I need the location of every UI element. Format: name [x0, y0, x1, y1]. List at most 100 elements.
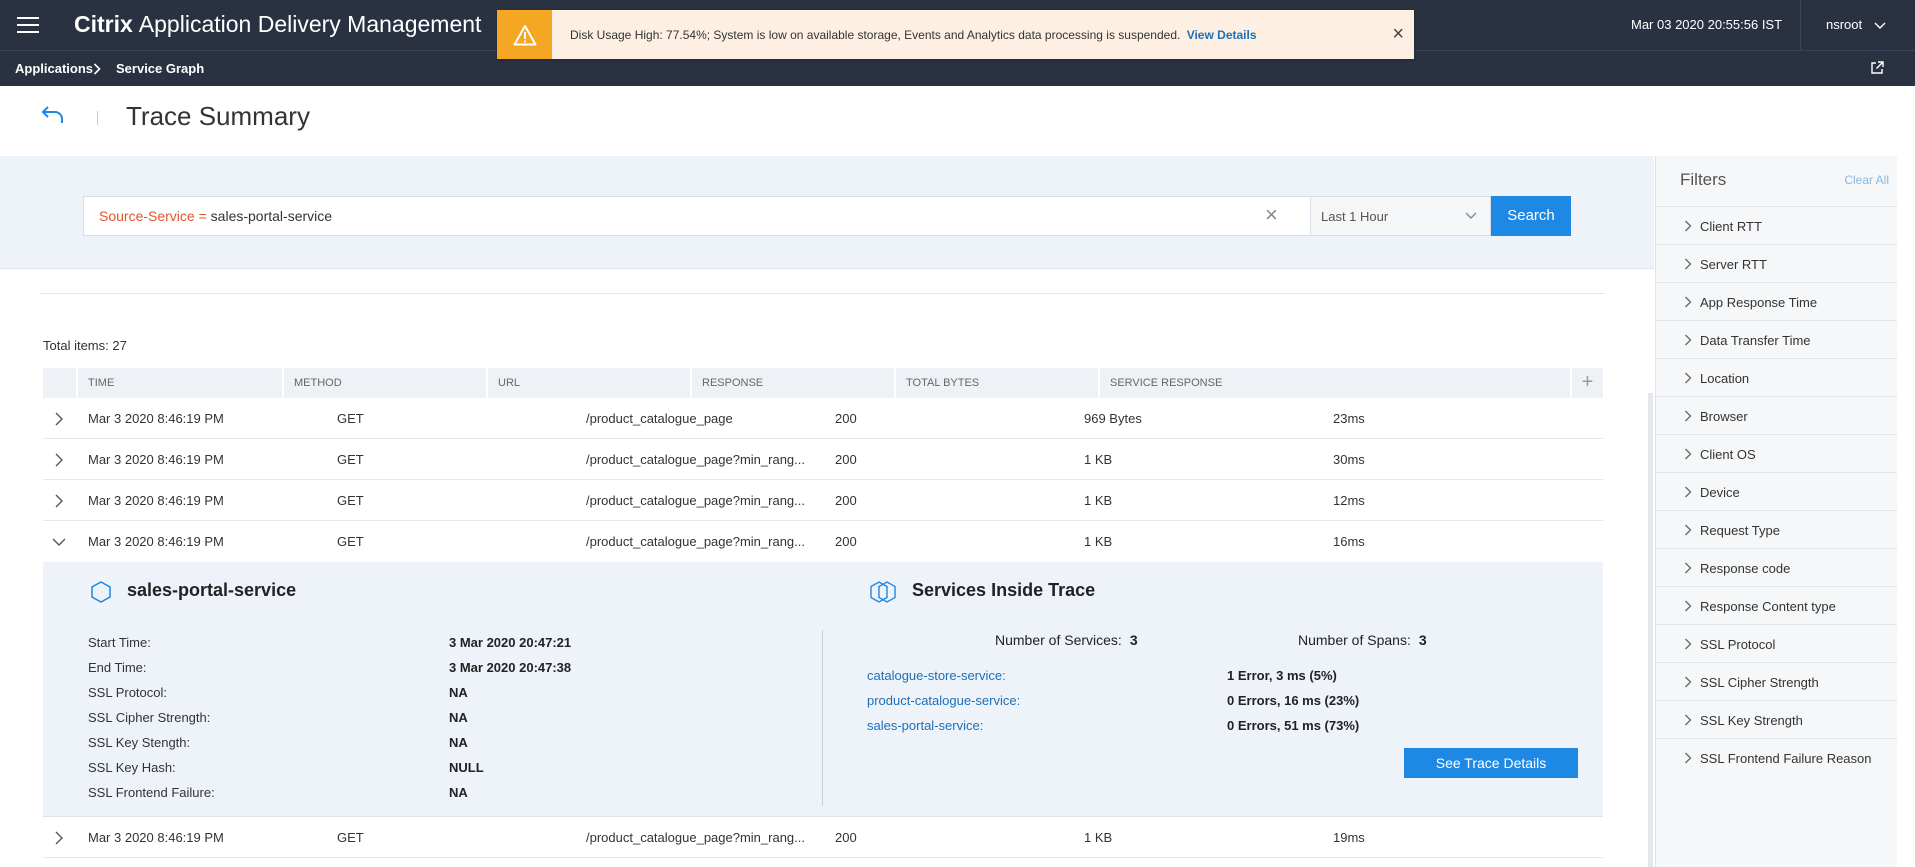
chevron-down-icon[interactable]	[51, 534, 67, 550]
chevron-right-icon	[1685, 410, 1692, 422]
filter-client-os[interactable]: Client OS	[1656, 434, 1898, 472]
column-header-method[interactable]: METHOD	[282, 368, 486, 398]
filter-ssl-cipher-strength[interactable]: SSL Cipher Strength	[1656, 662, 1898, 700]
cell-total-bytes: 1 KB	[1084, 534, 1113, 549]
chevron-right-icon	[1685, 676, 1692, 688]
filter-label: Response Content type	[1700, 599, 1836, 614]
service-link-sales-portal[interactable]: sales-portal-service:	[867, 718, 983, 733]
chevron-right-icon	[1685, 714, 1692, 726]
filter-request-type[interactable]: Request Type	[1656, 510, 1898, 548]
cell-time: Mar 3 2020 8:46:19 PM	[88, 452, 224, 467]
query-value: sales-portal-service	[210, 208, 333, 224]
app-brand: Citrix Application Delivery Management	[74, 11, 481, 38]
table-row[interactable]: Mar 3 2020 8:46:19 PM GET /product_catal…	[43, 439, 1603, 480]
filter-label: Client OS	[1700, 447, 1756, 462]
filter-ssl-frontend-failure-reason[interactable]: SSL Frontend Failure Reason	[1656, 738, 1898, 776]
cell-time: Mar 3 2020 8:46:19 PM	[88, 830, 224, 845]
filter-ssl-protocol[interactable]: SSL Protocol	[1656, 624, 1898, 662]
chevron-right-icon	[93, 60, 101, 78]
chevron-right-icon[interactable]	[51, 830, 67, 846]
cell-url: /product_catalogue_page?min_rang...	[586, 493, 805, 508]
services-inside-trace-title: Services Inside Trace	[912, 580, 1096, 600]
table-row-expanded[interactable]: Mar 3 2020 8:46:19 PM GET /product_catal…	[43, 521, 1603, 562]
user-menu[interactable]: nsroot	[1826, 17, 1886, 32]
chevron-right-icon	[1685, 524, 1692, 536]
cell-method: GET	[337, 452, 364, 467]
chevron-right-icon	[1685, 752, 1692, 764]
cell-time: Mar 3 2020 8:46:19 PM	[88, 411, 224, 426]
table-row[interactable]: Mar 3 2020 8:46:19 PM GET /product_catal…	[43, 480, 1603, 521]
column-header-total-bytes[interactable]: TOTAL BYTES	[894, 368, 1098, 398]
cell-response: 200	[835, 411, 857, 426]
chevron-down-icon	[1874, 22, 1886, 29]
filter-device[interactable]: Device	[1656, 472, 1898, 510]
column-header-time[interactable]: TIME	[76, 368, 282, 398]
filter-location[interactable]: Location	[1656, 358, 1898, 396]
content-scrollbar[interactable]	[1648, 393, 1653, 867]
table-row[interactable]: Mar 3 2020 8:46:19 PM GET /product_catal…	[43, 817, 1603, 858]
cell-time: Mar 3 2020 8:46:19 PM	[88, 534, 224, 549]
cell-response: 200	[835, 493, 857, 508]
filter-response-content-type[interactable]: Response Content type	[1656, 586, 1898, 624]
cell-service-response: 19ms	[1333, 830, 1365, 845]
filter-client-rtt[interactable]: Client RTT	[1656, 206, 1898, 244]
table-row[interactable]: Mar 3 2020 8:46:19 PM GET /product_catal…	[43, 398, 1603, 439]
column-header-service-response[interactable]: SERVICE RESPONSE	[1098, 368, 1570, 398]
alert-message: Disk Usage High: 77.54%; System is low o…	[570, 28, 1257, 42]
end-time-value: 3 Mar 2020 20:47:38	[449, 660, 572, 675]
filter-browser[interactable]: Browser	[1656, 396, 1898, 434]
user-name: nsroot	[1826, 17, 1863, 32]
cell-total-bytes: 1 KB	[1084, 452, 1113, 467]
chevron-right-icon	[1685, 334, 1692, 346]
search-input[interactable]: Source-Service = sales-portal-service ×	[83, 196, 1311, 236]
start-time-value: 3 Mar 2020 20:47:21	[449, 635, 572, 650]
number-of-spans: Number of Spans: 3	[1298, 632, 1427, 648]
filter-server-rtt[interactable]: Server RTT	[1656, 244, 1898, 282]
chevron-right-icon	[1685, 448, 1692, 460]
time-range-value: Last 1 Hour	[1321, 209, 1389, 224]
column-header-url[interactable]: URL	[486, 368, 690, 398]
service-name: sales-portal-service	[127, 580, 297, 600]
brand-bold: Citrix	[74, 11, 133, 37]
view-details-link[interactable]: View Details	[1187, 28, 1257, 42]
breadcrumb-service-graph[interactable]: Service Graph	[116, 61, 204, 76]
content-divider	[40, 293, 1605, 294]
panel-divider	[822, 630, 823, 806]
breadcrumb-applications[interactable]: Applications	[15, 61, 93, 76]
clear-search-icon[interactable]: ×	[1265, 204, 1278, 226]
end-time-label: End Time:	[88, 660, 147, 675]
search-button[interactable]: Search	[1491, 196, 1571, 236]
column-header-response[interactable]: RESPONSE	[690, 368, 894, 398]
hamburger-menu-icon[interactable]	[0, 0, 56, 50]
filter-app-response-time[interactable]: App Response Time	[1656, 282, 1898, 320]
filter-data-transfer-time[interactable]: Data Transfer Time	[1656, 320, 1898, 358]
back-arrow-icon[interactable]	[40, 104, 66, 131]
chevron-right-icon[interactable]	[51, 452, 67, 468]
clear-all-filters-link[interactable]: Clear All	[1844, 173, 1889, 187]
filter-label: Request Type	[1700, 523, 1780, 538]
service-link-catalogue-store[interactable]: catalogue-store-service:	[867, 668, 1006, 683]
filter-label: App Response Time	[1700, 295, 1818, 310]
chevron-right-icon	[1685, 486, 1692, 498]
cell-method: GET	[337, 493, 364, 508]
chevron-right-icon[interactable]	[51, 493, 67, 509]
see-trace-details-button[interactable]: See Trace Details	[1404, 748, 1578, 778]
external-link-icon[interactable]	[1869, 60, 1885, 81]
alert-close-icon[interactable]: ×	[1392, 23, 1404, 45]
time-range-select[interactable]: Last 1 Hour	[1310, 196, 1491, 236]
filter-ssl-key-strength[interactable]: SSL Key Strength	[1656, 700, 1898, 738]
filter-label: SSL Cipher Strength	[1700, 675, 1819, 690]
cell-service-response: 30ms	[1333, 452, 1365, 467]
ssl-cipher-label: SSL Cipher Strength:	[88, 710, 211, 725]
service-link-product-catalogue[interactable]: product-catalogue-service:	[867, 693, 1020, 708]
add-column-icon[interactable]: +	[1570, 368, 1603, 398]
filter-response-code[interactable]: Response code	[1656, 548, 1898, 586]
number-of-services: Number of Services: 3	[995, 632, 1138, 648]
disk-usage-alert: Disk Usage High: 77.54%; System is low o…	[497, 10, 1414, 59]
cell-url: /product_catalogue_page	[586, 411, 733, 426]
start-time-label: Start Time:	[88, 635, 151, 650]
cell-method: GET	[337, 830, 364, 845]
brand-name: Application Delivery Management	[138, 11, 482, 37]
ssl-protocol-label: SSL Protocol:	[88, 685, 168, 700]
chevron-right-icon[interactable]	[51, 411, 67, 427]
